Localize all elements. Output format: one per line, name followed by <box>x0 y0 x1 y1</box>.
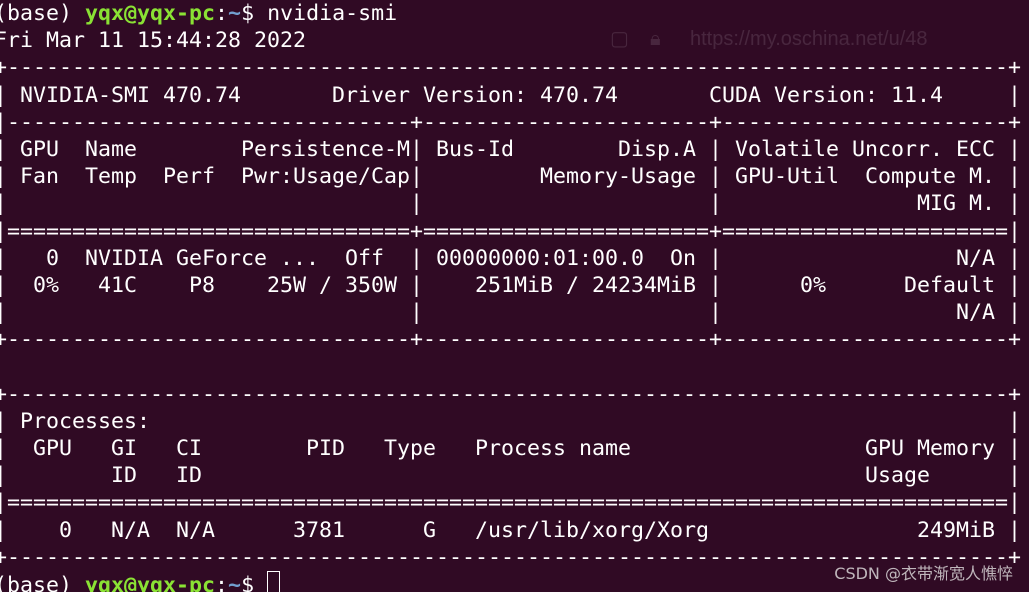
smi-line <box>0 353 1021 380</box>
timestamp-line: Fri Mar 11 15:44:28 2022 <box>0 28 307 54</box>
smi-line: | GPU GI CI PID Type Process name GPU Me… <box>0 436 1022 461</box>
prompt-dollar: $ <box>241 572 268 592</box>
smi-line: +---------------------------------------… <box>0 55 1022 81</box>
user-host: yqx@yqx-pc <box>85 1 216 26</box>
smi-line: +-------------------------------+-------… <box>0 327 1022 353</box>
smi-line: |-------------------------------+-------… <box>0 109 1022 135</box>
prompt-path: ~ <box>228 1 242 26</box>
user-host: yqx@yqx-pc <box>85 572 216 592</box>
prompt-line: (base) yqx@yqx-pc:~$ nvidia-smi <box>0 0 1021 27</box>
csdn-watermark: CSDN @衣带渐宽人憔悴 <box>834 564 1013 583</box>
prompt-path: ~ <box>228 572 242 592</box>
smi-line: | NVIDIA-SMI 470.74 Driver Version: 470.… <box>0 82 1022 108</box>
smi-line: |===============================+=======… <box>0 218 1022 244</box>
prompt-colon: : <box>215 1 229 26</box>
prompt-colon: : <box>215 572 229 592</box>
smi-line: | GPU Name Persistence-M| Bus-Id Disp.A … <box>0 136 1022 162</box>
smi-line: +---------------------------------------… <box>0 381 1022 407</box>
smi-line: | | | MIG M. | <box>0 191 1022 217</box>
smi-line: |=======================================… <box>0 490 1022 516</box>
text-cursor[interactable] <box>267 570 281 592</box>
smi-line: | 0 N/A N/A 3781 G /usr/lib/xorg/Xorg 24… <box>0 517 1022 543</box>
smi-line: | 0% 41C P8 25W / 350W | 251MiB / 24234M… <box>0 272 1022 298</box>
terminal-window[interactable]: ▢ 🔒︎ https://my.oschina.net/u/48 (base) yq… <box>0 0 1029 592</box>
conda-env: (base) <box>0 1 86 26</box>
prompt-dollar: $ <box>241 1 268 26</box>
smi-line: | 0 NVIDIA GeForce ... Off | 00000000:01… <box>0 245 1022 271</box>
smi-line: | ID ID Usage | <box>0 463 1022 489</box>
conda-env: (base) <box>0 572 86 592</box>
terminal-output: (base) yqx@yqx-pc:~$ nvidia-smi Fri Mar … <box>0 0 1021 592</box>
smi-line: | Fan Temp Perf Pwr:Usage/Cap| Memory-Us… <box>0 164 1022 190</box>
smi-line: | | | N/A | <box>0 300 1022 326</box>
smi-line: | Processes: | <box>0 408 1022 434</box>
command-text: nvidia-smi <box>267 1 398 26</box>
